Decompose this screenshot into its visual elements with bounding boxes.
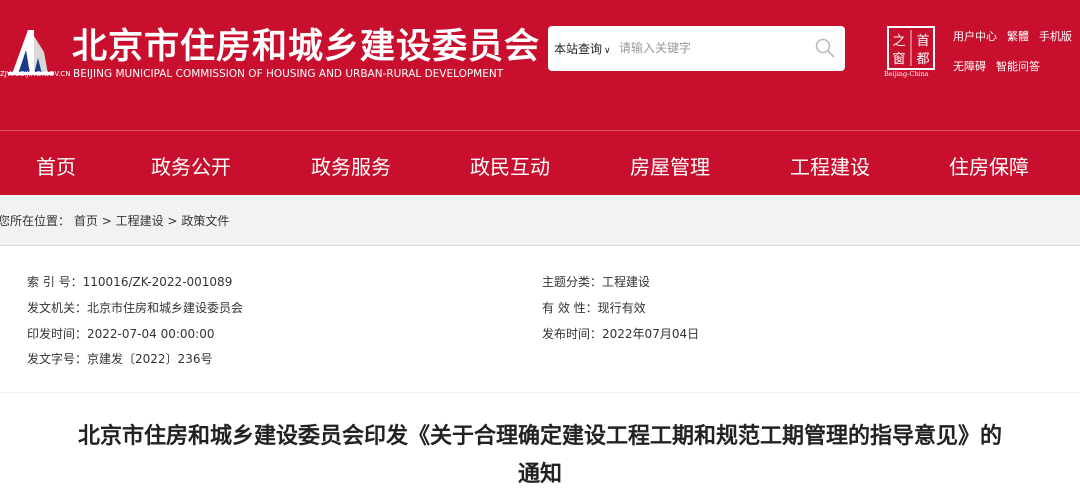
breadcrumb-separator: > [167, 214, 178, 228]
user-center-link[interactable]: 用户中心 [953, 28, 997, 52]
meta-topic-label: 主题分类： [542, 275, 603, 289]
search-input[interactable] [619, 34, 799, 62]
search-scope-select[interactable]: 本站查询 ∨ [554, 40, 611, 57]
meta-doc-number: 发文字号：京建发〔2022〕236号 [27, 350, 212, 367]
meta-validity: 有 效 性：现行有效 [542, 299, 646, 316]
meta-index: 索 引 号：110016/ZK-2022-001089 [27, 273, 232, 290]
meta-print-date-label: 印发时间： [27, 327, 88, 341]
nav-item-public-interaction[interactable]: 政民互动 [470, 151, 550, 180]
meta-print-date-value: 2022-07-04 00:00:00 [87, 327, 215, 341]
meta-print-date: 印发时间：2022-07-04 00:00:00 [27, 325, 214, 342]
breadcrumb-separator: > [101, 214, 112, 228]
traditional-chinese-link[interactable]: 繁體 [1007, 28, 1029, 52]
breadcrumb: 您所在位置： 首页 > 工程建设 > 政策文件 [0, 212, 229, 229]
search-scope-label: 本站查询 [554, 42, 603, 56]
meta-doc-number-value: 京建发〔2022〕236号 [87, 352, 213, 366]
document-title-line1: 北京市住房和城乡建设委员会印发《关于合理确定建设工程工期和规范工期管理的指导意见… [77, 424, 1002, 449]
nav-item-home[interactable]: 首页 [36, 151, 76, 180]
search-box: 本站查询 ∨ [548, 26, 845, 71]
document-metadata: 索 引 号：110016/ZK-2022-001089 发文机关：北京市住房和城… [0, 246, 1080, 393]
nav-item-housing-security[interactable]: 住房保障 [949, 151, 1029, 180]
seal-char: 都 [916, 52, 929, 67]
breadcrumb-prefix: 您所在位置： [0, 214, 71, 228]
nav-item-gov-services[interactable]: 政务服务 [311, 151, 391, 180]
seal-char: 之 [892, 34, 905, 49]
site-subtitle: BEIJING MUNICIPAL COMMISSION OF HOUSING … [73, 68, 504, 80]
breadcrumb-policy-docs[interactable]: 政策文件 [181, 214, 229, 228]
document-title-line2: 通知 [517, 462, 562, 487]
meta-issuer-value: 北京市住房和城乡建设委员会 [87, 301, 244, 315]
meta-index-value: 110016/ZK-2022-001089 [82, 275, 233, 289]
smart-qa-link[interactable]: 智能问答 [996, 58, 1040, 82]
meta-validity-label: 有 效 性： [542, 301, 598, 315]
breadcrumb-bar: 您所在位置： 首页 > 工程建设 > 政策文件 [0, 195, 1080, 246]
logo-url-text: ZJW.BEIJING.GOV.CN [0, 70, 71, 78]
chevron-down-icon: ∨ [604, 46, 611, 56]
site-header: ZJW.BEIJING.GOV.CN 北京市住房和城乡建设委员会 BEIJING… [0, 0, 1080, 195]
accessibility-link[interactable]: 无障碍 [953, 58, 986, 82]
meta-publish-date-label: 发布时间： [542, 327, 603, 341]
search-icon[interactable] [814, 37, 836, 59]
site-title[interactable]: 北京市住房和城乡建设委员会 [72, 18, 540, 69]
meta-issuer: 发文机关：北京市住房和城乡建设委员会 [27, 299, 243, 316]
seal-char: 首 [916, 34, 929, 49]
nav-item-gov-affairs-open[interactable]: 政务公开 [151, 151, 231, 180]
mobile-version-link[interactable]: 手机版 [1039, 28, 1072, 52]
meta-publish-date-value: 2022年07月04日 [602, 327, 700, 341]
main-nav: 首页 政务公开 政务服务 政民互动 房屋管理 工程建设 住房保障 [0, 131, 1080, 195]
meta-publish-date: 发布时间：2022年07月04日 [542, 325, 699, 342]
seal-caption: Beijing-China [884, 70, 929, 78]
capital-window-seal-icon[interactable]: 首 都 之 窗 [887, 26, 935, 76]
nav-item-engineering-construction[interactable]: 工程建设 [790, 151, 870, 180]
meta-topic-value: 工程建设 [602, 275, 651, 289]
meta-issuer-label: 发文机关： [27, 301, 88, 315]
breadcrumb-engineering[interactable]: 工程建设 [116, 214, 164, 228]
nav-item-housing-management[interactable]: 房屋管理 [630, 151, 710, 180]
document-title: 北京市住房和城乡建设委员会印发《关于合理确定建设工程工期和规范工期管理的指导意见… [0, 418, 1080, 494]
breadcrumb-home[interactable]: 首页 [74, 214, 98, 228]
meta-doc-number-label: 发文字号： [27, 352, 88, 366]
meta-validity-value: 现行有效 [597, 301, 646, 315]
meta-index-label: 索 引 号： [27, 275, 83, 289]
top-links: 用户中心 繁體 手机版 无障碍 智能问答 [953, 28, 1080, 82]
meta-topic: 主题分类：工程建设 [542, 273, 650, 290]
seal-char: 窗 [892, 51, 905, 67]
